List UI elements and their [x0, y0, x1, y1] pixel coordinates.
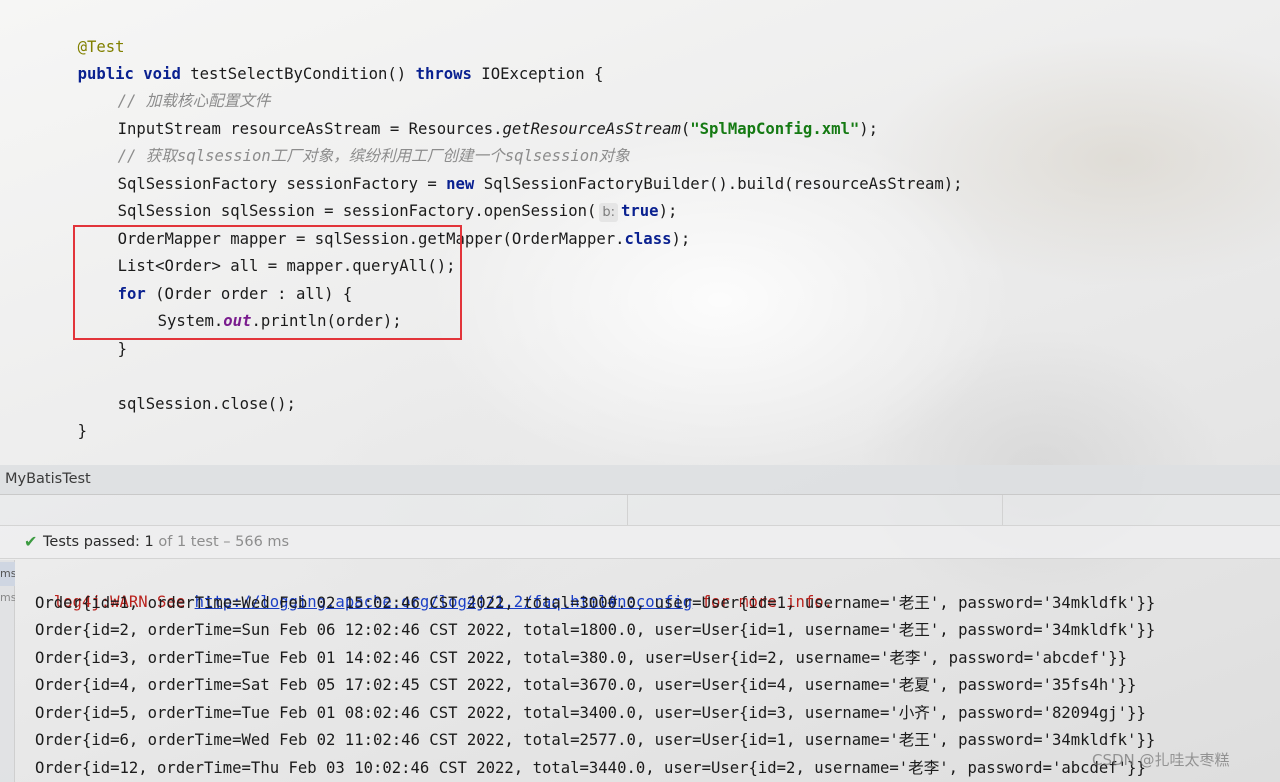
mapper-end: );	[671, 230, 691, 248]
keyword-throws: throws	[415, 65, 472, 83]
run-config-name: MyBatisTest	[5, 471, 91, 487]
test-tree-item[interactable]: ms	[0, 562, 15, 586]
toolbar-divider	[627, 495, 628, 525]
console-output-line: Order{id=2, orderTime=Sun Feb 06 12:02:4…	[35, 621, 1156, 639]
tests-passed-label: Tests passed:	[43, 534, 140, 550]
console-warn-line: log4j:WARN See http://logging.apache.org…	[35, 562, 833, 611]
paren-open: (	[680, 120, 691, 138]
test-tree-item[interactable]: ms	[0, 586, 15, 610]
run-toolbar-area	[0, 495, 1280, 525]
code-line-get-mapper: OrderMapper mapper = sqlSession.getMappe…	[80, 199, 691, 248]
console-output-line: Order{id=3, orderTime=Tue Feb 01 14:02:4…	[35, 649, 1128, 667]
test-tree-gutter[interactable]: ms ms	[0, 560, 15, 782]
session-close-call: sqlSession.close();	[117, 395, 296, 413]
code-line-method-close: }	[40, 391, 87, 440]
code-line-resource-stream: InputStream resourceAsStream = Resources…	[80, 89, 878, 138]
console-output-line: Order{id=1, orderTime=Wed Feb 02 15:02:4…	[35, 594, 1156, 612]
test-status-bar: ✔ Tests passed: 1 of 1 test – 566 ms	[0, 525, 1280, 559]
code-line-session-factory: SqlSessionFactory sessionFactory = new S…	[80, 144, 963, 193]
code-line-comment-load: // 加载核心配置文件	[80, 61, 271, 110]
loop-close-brace: }	[117, 340, 127, 358]
code-editor[interactable]: @Test public void testSelectByCondition(…	[0, 0, 1280, 465]
console-output-line: Order{id=5, orderTime=Tue Feb 01 08:02:4…	[35, 704, 1146, 722]
console-output-line: Order{id=4, orderTime=Sat Feb 05 17:02:4…	[35, 676, 1137, 694]
toolbar-divider	[1002, 495, 1003, 525]
check-icon: ✔	[24, 532, 38, 551]
code-line-open-session: SqlSession sqlSession = sessionFactory.o…	[80, 171, 677, 222]
console-output-line: Order{id=12, orderTime=Thu Feb 03 10:02:…	[35, 759, 1146, 777]
code-line-session-close: sqlSession.close();	[80, 364, 296, 413]
watermark: CSDN @扎哇太枣糕	[1092, 751, 1230, 769]
method-close-brace: }	[77, 422, 87, 440]
tests-detail: of 1 test – 566 ms	[153, 534, 290, 550]
console-output-line: Order{id=6, orderTime=Wed Feb 02 11:02:4…	[35, 731, 1156, 749]
code-line-annotation: @Test	[40, 7, 125, 56]
test-status-text: Tests passed: 1 of 1 test – 566 ms	[43, 534, 289, 550]
code-line-comment-factory: // 获取sqlsession工厂对象，缤纷利用工厂创建一个sqlsession…	[80, 116, 630, 165]
tests-passed-count: 1	[139, 534, 154, 550]
code-line-method-signature: public void testSelectByCondition() thro…	[40, 34, 604, 83]
paren-close: );	[859, 120, 879, 138]
string-config-file: "SplMapConfig.xml"	[690, 120, 860, 138]
run-tool-window-title[interactable]: MyBatisTest	[0, 465, 1280, 495]
keyword-class: class	[624, 230, 672, 248]
throws-clause: IOException {	[471, 65, 604, 83]
highlight-box	[73, 225, 462, 340]
